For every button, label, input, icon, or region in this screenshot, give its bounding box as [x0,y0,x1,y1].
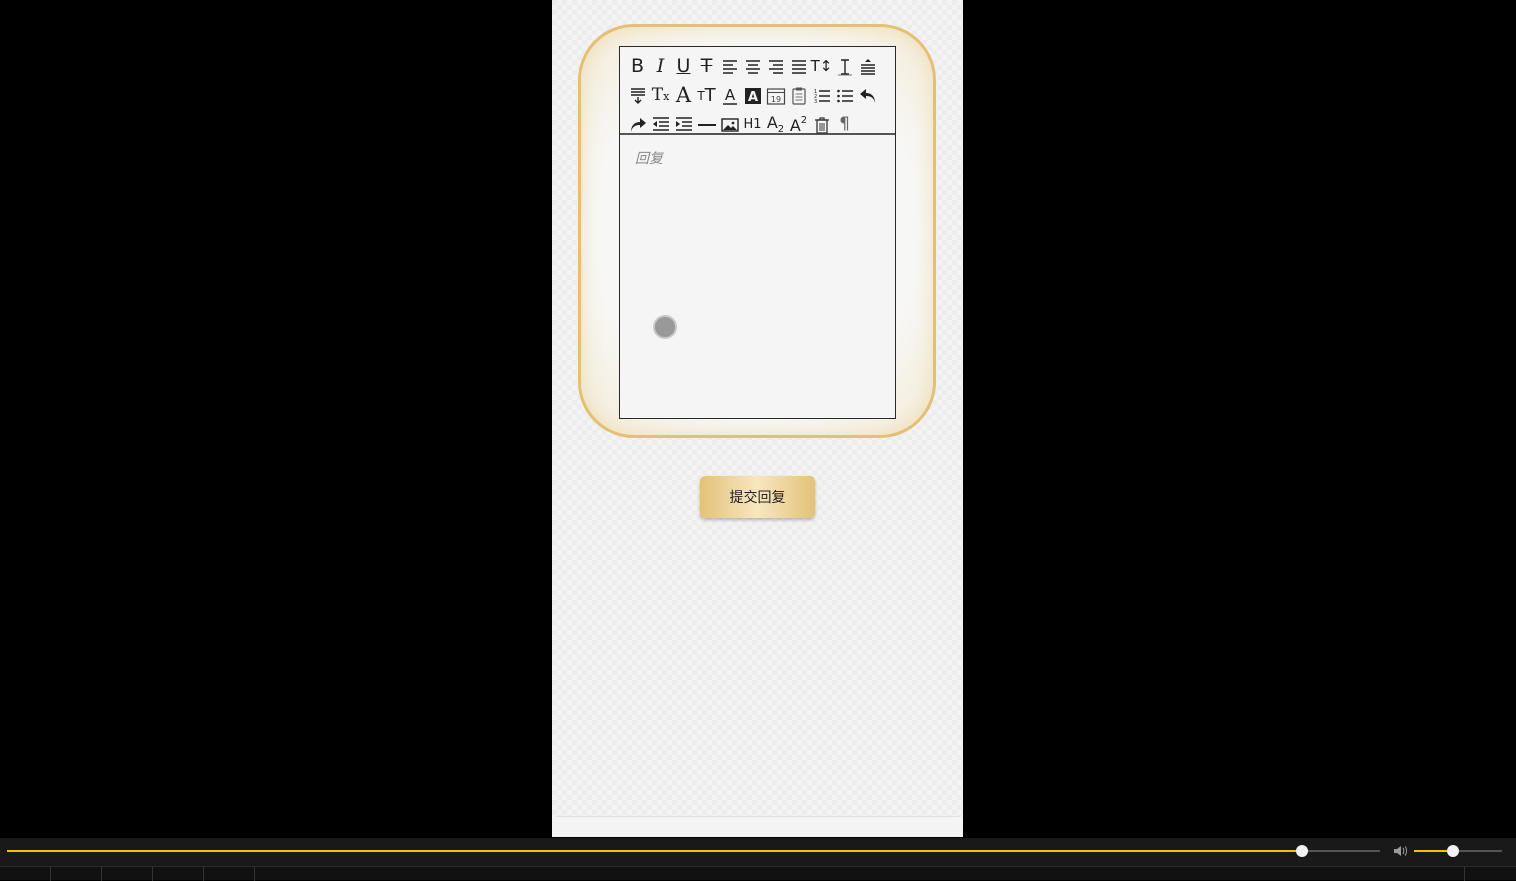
svg-text:3: 3 [814,99,817,105]
font-color-icon[interactable]: A [718,81,741,110]
align-justify-icon[interactable] [787,52,810,81]
svg-text:19: 19 [770,95,780,104]
paragraph-before-icon[interactable] [856,52,879,81]
unordered-list-icon[interactable] [833,81,856,110]
touch-cursor-dot [653,315,677,339]
font-size-icon[interactable]: TT [695,81,718,110]
ordered-list-icon[interactable]: 123 [810,81,833,110]
editor-placeholder: 回复 [635,151,663,167]
svg-text:A: A [747,90,757,105]
line-height-icon[interactable] [833,52,856,81]
mobile-viewport: B I U T T↕ Tx A TT A A 19 123 H1 A2 A2 ¶… [552,0,963,837]
taskbar-slot[interactable] [1464,867,1516,881]
italic-icon[interactable]: I [649,52,672,81]
taskbar-strip [0,866,1516,881]
volume-slider[interactable] [1414,845,1502,857]
taskbar-slot[interactable] [51,867,102,881]
volume-icon[interactable] [1392,843,1408,859]
rich-text-editor: B I U T T↕ Tx A TT A A 19 123 H1 A2 A2 ¶… [619,46,896,419]
volume-slider-thumb[interactable] [1446,845,1459,857]
date-icon[interactable]: 19 [764,81,787,110]
editor-toolbar: B I U T T↕ Tx A TT A A 19 123 H1 A2 A2 ¶ [620,47,895,135]
submit-reply-button[interactable]: 提交回复 [700,476,815,518]
taskbar-slot[interactable] [153,867,204,881]
taskbar-slot[interactable] [204,867,255,881]
bold-icon[interactable]: B [626,52,649,81]
text-size-icon[interactable]: T↕ [810,52,833,81]
strikethrough-icon[interactable]: T [695,52,718,81]
seek-bar-progress [7,850,1302,852]
undo-icon[interactable] [856,81,879,110]
clear-format-icon[interactable]: Tx [649,81,672,110]
clipboard-icon[interactable] [787,81,810,110]
seek-bar-thumb[interactable] [1295,845,1308,857]
taskbar-slot[interactable] [102,867,153,881]
player-stage: B I U T T↕ Tx A TT A A 19 123 H1 A2 A2 ¶… [0,0,1516,838]
align-center-icon[interactable] [741,52,764,81]
svg-text:A: A [724,86,735,104]
underline-icon[interactable]: U [672,52,695,81]
paragraph-after-icon[interactable] [626,81,649,110]
player-controls [0,838,1516,881]
taskbar-slot[interactable] [0,867,51,881]
background-color-icon[interactable]: A [741,81,764,110]
seek-bar[interactable] [7,845,1380,857]
editor-content-area[interactable]: 回复 [620,135,895,418]
viewport-footer [552,817,963,837]
align-right-icon[interactable] [764,52,787,81]
font-family-icon[interactable]: A [672,81,695,110]
align-left-icon[interactable] [718,52,741,81]
